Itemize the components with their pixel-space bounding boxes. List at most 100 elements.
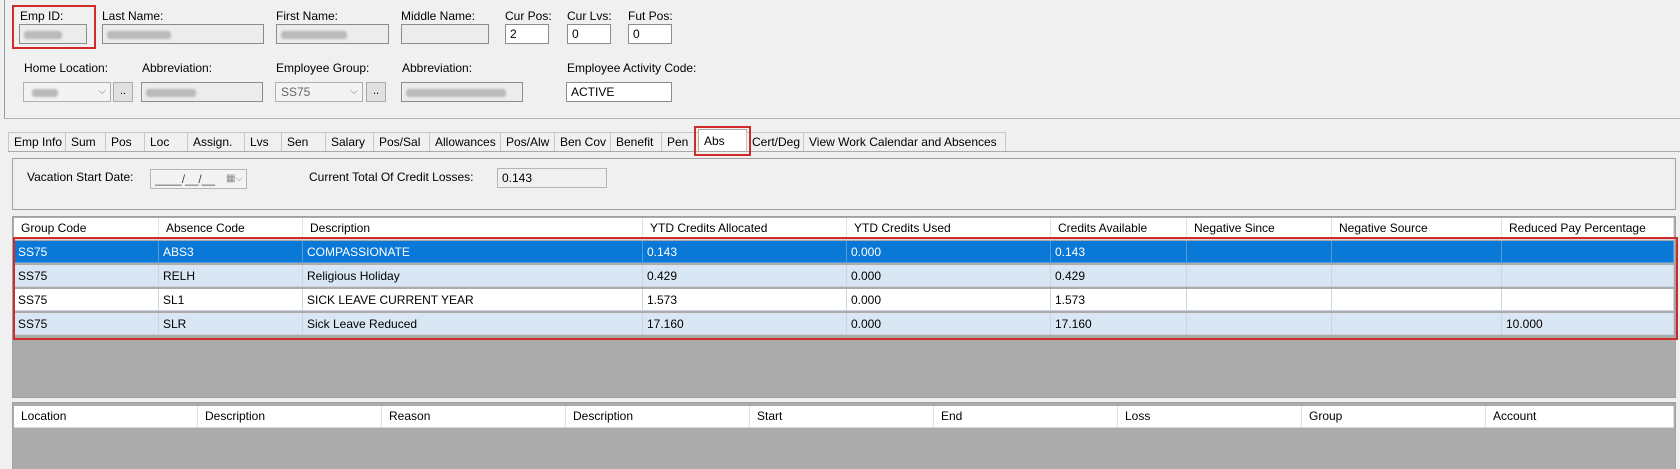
table-cell: 17.160	[643, 313, 847, 335]
last-name-label: Last Name:	[102, 9, 164, 23]
table-cell: ABS3	[159, 241, 303, 263]
table-cell	[1502, 241, 1674, 263]
credits-col-header[interactable]: Negative Source	[1332, 218, 1502, 239]
fut-pos-label: Fut Pos:	[628, 9, 673, 23]
table-cell: 1.573	[1051, 289, 1187, 311]
middle-name-field[interactable]	[401, 24, 489, 44]
calendar-icon[interactable]: ▦⌵	[226, 172, 243, 186]
location-abbreviation-field[interactable]	[141, 82, 263, 102]
table-cell	[1332, 289, 1502, 311]
tab-ben-cov[interactable]: Ben Cov	[554, 132, 611, 151]
loss-col-header[interactable]: Description	[198, 406, 382, 427]
emp-id-label: Emp ID:	[20, 9, 64, 23]
table-cell: RELH	[159, 265, 303, 287]
tab-pen[interactable]: Pen	[661, 132, 699, 151]
table-cell: SICK LEAVE CURRENT YEAR	[303, 289, 643, 311]
first-name-field[interactable]	[276, 24, 389, 44]
home-location-label: Home Location:	[24, 61, 109, 75]
home-location-combo[interactable]: ⌵	[23, 82, 111, 102]
tab-abs[interactable]: Abs	[698, 129, 747, 151]
table-cell: 0.000	[847, 241, 1051, 263]
table-cell: SS75	[14, 313, 159, 335]
table-cell: SS75	[14, 289, 159, 311]
tab-pos-alw[interactable]: Pos/Alw	[500, 132, 555, 151]
table-cell	[1187, 265, 1332, 287]
table-row[interactable]: SS75 RELH Religious Holiday 0.429 0.000 0.429	[14, 265, 1674, 287]
loss-col-header[interactable]: End	[934, 406, 1118, 427]
tab-emp-info[interactable]: Emp Info	[8, 132, 66, 151]
credits-col-header[interactable]: Description	[303, 218, 643, 239]
emp-id-field[interactable]	[19, 24, 87, 44]
vacation-start-date-value: ____/__/__	[155, 172, 216, 186]
loss-col-header[interactable]: Reason	[382, 406, 566, 427]
table-cell: 0.143	[1051, 241, 1187, 263]
table-cell: 1.573	[643, 289, 847, 311]
tab-sum[interactable]: Sum	[65, 132, 106, 151]
credits-col-header[interactable]: YTD Credits Used	[847, 218, 1051, 239]
cur-lvs-field[interactable]: 0	[567, 24, 611, 44]
tab-cert-deg[interactable]: Cert/Deg	[746, 132, 804, 151]
tab-benefit[interactable]: Benefit	[610, 132, 662, 151]
loss-col-header[interactable]: Location	[14, 406, 198, 427]
employee-group-browse-button[interactable]: ..	[366, 82, 386, 102]
credits-col-header[interactable]: Absence Code	[159, 218, 303, 239]
tab-sen[interactable]: Sen	[281, 132, 326, 151]
middle-name-label: Middle Name:	[401, 9, 476, 23]
tab-pos-sal[interactable]: Pos/Sal	[373, 132, 430, 151]
tab-salary[interactable]: Salary	[325, 132, 374, 151]
credits-col-header[interactable]: YTD Credits Allocated	[643, 218, 847, 239]
table-cell	[1502, 265, 1674, 287]
activity-code-label: Employee Activity Code:	[567, 61, 697, 75]
table-cell	[1187, 289, 1332, 311]
vacation-start-date-field[interactable]: ____/__/__ ▦⌵	[150, 169, 247, 189]
credits-col-header[interactable]: Group Code	[14, 218, 159, 239]
table-cell: Religious Holiday	[303, 265, 643, 287]
credits-col-header[interactable]: Reduced Pay Percentage	[1502, 218, 1674, 239]
table-cell: 10.000	[1502, 313, 1674, 335]
chevron-down-icon: ⌵	[98, 86, 106, 97]
tab-loc[interactable]: Loc	[144, 132, 188, 151]
cur-lvs-label: Cur Lvs:	[567, 9, 612, 23]
abbreviation2-label: Abbreviation:	[402, 61, 473, 75]
employee-group-combo[interactable]: SS75 ⌵	[275, 82, 363, 102]
group-abbreviation-field[interactable]	[401, 82, 523, 102]
tab-lvs[interactable]: Lvs	[244, 132, 282, 151]
tab-bar: Emp Info Sum Pos Loc Assign. Lvs Sen Salary Pos/…	[8, 129, 1006, 152]
credits-grid-header: Group Code Absence Code Description YTD Cre…	[14, 218, 1674, 240]
table-row[interactable]: SS75 SLR Sick Leave Reduced 17.160 0.000 17.1…	[14, 313, 1674, 335]
tab-bar-line	[8, 151, 1680, 152]
table-row[interactable]: SS75 ABS3 COMPASSIONATE 0.143 0.000 0.143	[14, 241, 1674, 263]
tab-assign[interactable]: Assign.	[187, 132, 245, 151]
last-name-field[interactable]	[102, 24, 264, 44]
home-location-browse-button[interactable]: ..	[113, 82, 133, 102]
redacted-value	[24, 30, 62, 39]
loss-col-header[interactable]: Start	[750, 406, 934, 427]
activity-code-field[interactable]: ACTIVE	[566, 82, 672, 102]
table-cell	[1187, 313, 1332, 335]
tab-allowances[interactable]: Allowances	[429, 132, 501, 151]
table-row[interactable]: SS75 SL1 SICK LEAVE CURRENT YEAR 1.573 0.000…	[14, 289, 1674, 311]
header-divider	[4, 118, 1680, 119]
fut-pos-field[interactable]: 0	[628, 24, 672, 44]
employee-group-value: SS75	[281, 85, 311, 99]
redacted-value	[281, 30, 347, 39]
table-cell	[1332, 265, 1502, 287]
credit-losses-field[interactable]: 0.143	[497, 168, 607, 188]
window-edge	[4, 0, 5, 118]
table-cell: SLR	[159, 313, 303, 335]
employee-group-label: Employee Group:	[276, 61, 370, 75]
table-cell: 0.429	[643, 265, 847, 287]
loss-col-header[interactable]: Group	[1302, 406, 1486, 427]
credits-col-header[interactable]: Negative Since	[1187, 218, 1332, 239]
loss-col-header[interactable]: Description	[566, 406, 750, 427]
loss-col-header[interactable]: Account	[1486, 406, 1674, 427]
credits-col-header[interactable]: Credits Available	[1051, 218, 1187, 239]
credit-losses-label: Current Total Of Credit Losses:	[309, 170, 474, 184]
loss-col-header[interactable]: Loss	[1118, 406, 1302, 427]
abs-filter-panel	[12, 158, 1676, 210]
table-cell	[1332, 313, 1502, 335]
tab-view-work-calendar-and-absences[interactable]: View Work Calendar and Absences	[803, 132, 1006, 151]
cur-pos-field[interactable]: 2	[505, 24, 549, 44]
tab-pos[interactable]: Pos	[105, 132, 145, 151]
vacation-start-label: Vacation Start Date:	[27, 170, 134, 184]
